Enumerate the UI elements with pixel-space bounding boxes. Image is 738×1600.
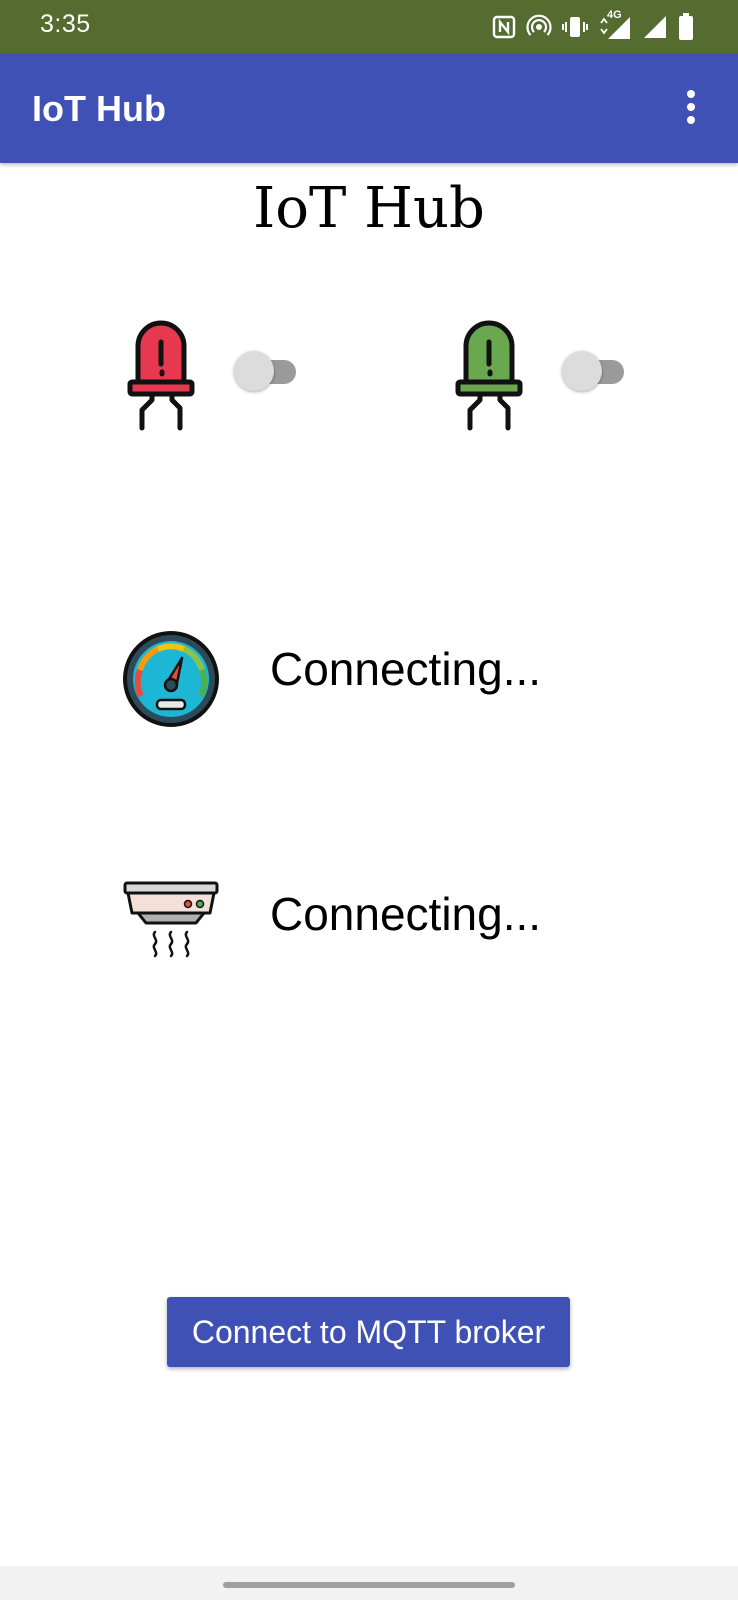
green-led-icon	[454, 316, 524, 436]
gesture-handle[interactable]	[223, 1582, 515, 1588]
smoke-detector-icon	[122, 880, 220, 970]
gauge-status: Connecting...	[270, 643, 542, 695]
smoke-status: Connecting...	[270, 888, 542, 940]
app-title: IoT Hub	[32, 88, 166, 129]
app-bar: IoT Hub	[0, 54, 738, 163]
red-led-switch[interactable]	[234, 350, 298, 394]
status-bar: 3:35 4G	[0, 0, 738, 54]
status-time: 3:35	[40, 10, 91, 38]
red-led-icon	[126, 316, 196, 436]
signal-4g-icon: 4G	[598, 9, 632, 41]
hotspot-icon	[526, 14, 552, 40]
battery-icon	[678, 13, 694, 41]
more-vert-icon[interactable]	[684, 90, 698, 124]
vibrate-icon	[562, 15, 588, 39]
status-icons: 4G	[492, 9, 694, 42]
green-led-switch[interactable]	[562, 350, 626, 394]
nfc-icon	[492, 15, 516, 39]
network-type-label: 4G	[607, 9, 622, 21]
page-heading: IoT Hub	[253, 176, 485, 241]
signal-icon	[642, 14, 668, 40]
gauge-icon	[122, 630, 220, 728]
connect-mqtt-button[interactable]: Connect to MQTT broker	[167, 1297, 570, 1367]
